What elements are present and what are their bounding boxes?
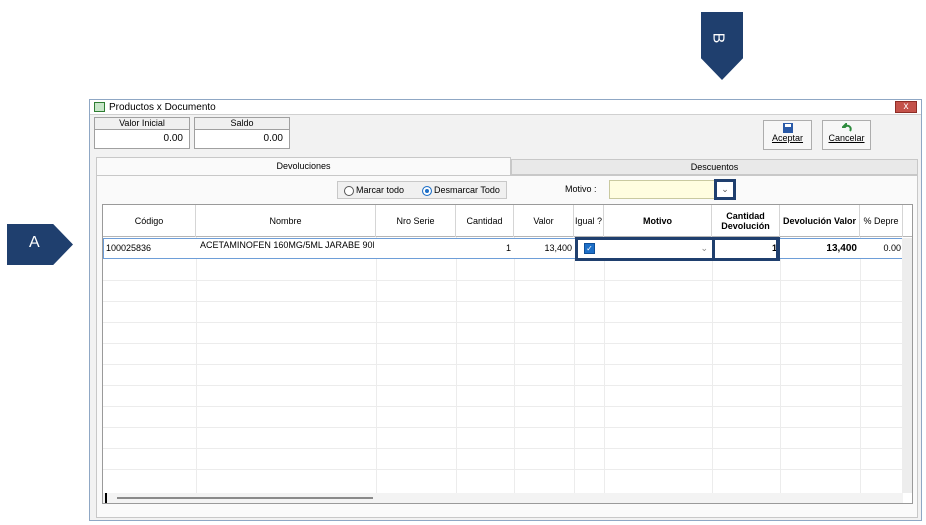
unmark-all-radio[interactable]: Desmarcar Todo: [422, 185, 500, 196]
tab-devoluciones[interactable]: Devoluciones: [96, 157, 511, 175]
grid-line: [103, 385, 912, 386]
grid-line: [860, 237, 861, 503]
undo-icon: [841, 123, 852, 132]
grid-line: [376, 237, 377, 503]
grid-line: [456, 237, 457, 503]
tab-strip: Devoluciones Descuentos: [96, 157, 918, 175]
cancel-label: Cancelar: [828, 133, 865, 143]
cancel-button[interactable]: Cancelar: [822, 120, 871, 150]
close-button[interactable]: x: [895, 101, 917, 113]
products-grid: Código Nombre Nro Serie Cantidad Valor I…: [102, 204, 913, 504]
col-devolucion-valor[interactable]: Devolución Valor: [780, 205, 860, 237]
mark-all-label: Marcar todo: [356, 185, 405, 195]
chevron-down-icon: ⌄: [721, 184, 729, 194]
grid-line: [712, 237, 713, 503]
grid-line: [103, 343, 912, 344]
cell-cantidad[interactable]: 1: [457, 239, 511, 258]
grid-line: [604, 237, 605, 503]
cell-nombre[interactable]: ACETAMINOFEN 160MG/5ML JARABE 90ML N: [200, 239, 374, 258]
col-nombre[interactable]: Nombre: [196, 205, 376, 237]
cell-codigo[interactable]: 100025836: [106, 239, 194, 258]
col-codigo[interactable]: Código: [103, 205, 196, 237]
mark-all-radio[interactable]: Marcar todo: [344, 185, 404, 196]
vertical-scrollbar[interactable]: [902, 238, 912, 493]
cell-devolucion-valor: 13,400: [826, 243, 857, 254]
col-valor[interactable]: Valor: [514, 205, 574, 237]
callout-a: A: [7, 224, 73, 265]
scroll-thumb[interactable]: [117, 497, 373, 499]
grid-header: Código Nombre Nro Serie Cantidad Valor I…: [103, 205, 912, 237]
radio-unchecked-icon: [344, 185, 354, 196]
tab-descuentos[interactable]: Descuentos: [511, 159, 918, 175]
cell-valor[interactable]: 13,400: [515, 239, 572, 258]
cell-depre: 0.00: [883, 243, 901, 253]
valor-inicial-value: 0.00: [163, 133, 183, 144]
save-icon: [782, 123, 793, 133]
callout-b: B: [701, 12, 743, 80]
grid-line: [103, 301, 912, 302]
col-depre[interactable]: % Depre: [860, 205, 903, 237]
saldo-value: 0.00: [263, 133, 283, 144]
highlight-cantidad-devolucion: [712, 237, 780, 261]
cell-nro-serie[interactable]: [380, 239, 454, 258]
motivo-dropdown-button[interactable]: ⌄: [714, 179, 736, 200]
grid-line: [574, 237, 575, 503]
grid-line: [103, 406, 912, 407]
valor-inicial-box: Valor Inicial 0.00: [94, 117, 190, 149]
col-nro-serie[interactable]: Nro Serie: [376, 205, 456, 237]
grid-line: [103, 427, 912, 428]
callout-a-label: A: [29, 234, 40, 251]
spreadsheet-icon: [94, 102, 105, 112]
window-title: Productos x Documento: [109, 102, 216, 113]
grid-line: [103, 448, 912, 449]
table-row[interactable]: 100025836 ACETAMINOFEN 160MG/5ML JARABE …: [103, 238, 903, 259]
products-window: Productos x Documento x Valor Inicial 0.…: [89, 99, 922, 521]
grid-line: [103, 364, 912, 365]
accept-button[interactable]: Aceptar: [763, 120, 812, 150]
devoluciones-panel: Marcar todo Desmarcar Todo Motivo : ⌄ Có…: [96, 175, 918, 518]
grid-line: [780, 237, 781, 503]
motivo-label: Motivo :: [565, 184, 597, 194]
grid-line: [103, 322, 912, 323]
saldo-box: Saldo 0.00: [194, 117, 290, 149]
grid-line: [103, 280, 912, 281]
radio-checked-icon: [422, 185, 432, 196]
col-motivo[interactable]: Motivo: [604, 205, 712, 237]
col-cantidad[interactable]: Cantidad: [456, 205, 514, 237]
col-cantidad-devolucion[interactable]: Cantidad Devolución: [712, 205, 780, 237]
scroll-caret: [105, 493, 107, 503]
valor-inicial-label: Valor Inicial: [95, 118, 189, 130]
grid-line: [196, 237, 197, 503]
unmark-all-label: Desmarcar Todo: [434, 185, 500, 195]
horizontal-scrollbar[interactable]: [103, 493, 903, 503]
selection-options: Marcar todo Desmarcar Todo: [337, 181, 507, 199]
saldo-label: Saldo: [195, 118, 289, 130]
grid-line: [514, 237, 515, 503]
accept-label: Aceptar: [771, 133, 804, 143]
col-igual[interactable]: Igual ?: [574, 205, 604, 237]
grid-line: [103, 469, 912, 470]
callout-b-label: B: [709, 32, 727, 44]
title-bar: Productos x Documento x: [90, 100, 921, 115]
